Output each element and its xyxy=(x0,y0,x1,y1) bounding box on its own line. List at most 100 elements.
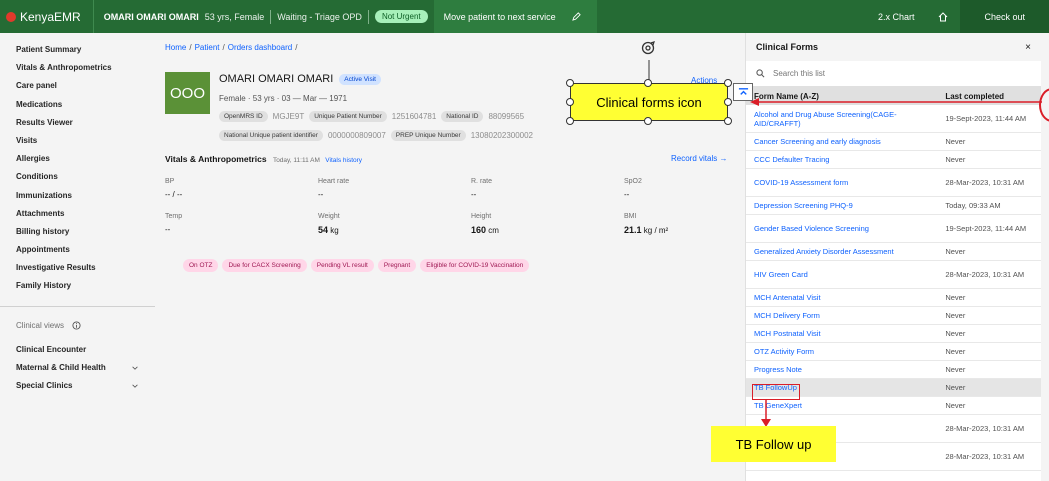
sidebar-item-label: Vitals & Anthropometrics xyxy=(16,63,112,73)
form-row[interactable]: Generalized Anxiety Disorder Assessment N… xyxy=(746,243,1041,261)
clinical-view-item[interactable]: Special Clinics xyxy=(0,377,155,395)
patient-flag-tag: On OTZ xyxy=(183,259,219,272)
sidebar-item-label: Patient Summary xyxy=(16,45,82,54)
annotation-handle xyxy=(724,79,732,87)
annotation-handle xyxy=(724,117,732,125)
clinical-view-label: Clinical Encounter xyxy=(16,344,87,354)
openmrs-id-value: MGJE9T xyxy=(272,112,305,121)
form-name-link[interactable]: Generalized Anxiety Disorder Assessment xyxy=(746,247,941,256)
sidebar-item-label: Attachments xyxy=(16,208,65,218)
form-last-completed: Never xyxy=(945,247,966,256)
form-name-link[interactable]: MCH Antenatal Visit xyxy=(746,293,941,302)
sidebar-item-label: Results Viewer xyxy=(16,117,73,127)
sidebar-item[interactable]: Billing history xyxy=(0,223,155,241)
sidebar-item[interactable]: Family History xyxy=(0,277,155,295)
breadcrumb-orders[interactable]: Orders dashboard xyxy=(228,43,292,52)
form-row[interactable]: Cancer Screening and early diagnosis Neve… xyxy=(746,133,1041,151)
clinical-view-item[interactable]: Clinical Encounter xyxy=(0,341,155,359)
weight-label: Weight xyxy=(318,213,340,220)
form-row[interactable]: Gender Based Violence Screening 19-Sept-2… xyxy=(746,215,1041,243)
form-name-link[interactable]: Cancer Screening and early diagnosis xyxy=(746,137,941,146)
sidebar-item[interactable]: Appointments xyxy=(0,241,155,259)
record-vitals-link[interactable]: Record vitals → xyxy=(671,154,727,163)
form-name-link[interactable]: Depression Screening PHQ-9 xyxy=(746,201,941,210)
height-reading: 160 cm xyxy=(471,225,499,235)
sidebar-item[interactable]: Results Viewer xyxy=(0,114,155,132)
patient-flag-tag: Pregnant xyxy=(377,259,417,272)
form-last-completed: Today, 09:33 AM xyxy=(945,201,1001,210)
sidebar-item[interactable]: Care panel xyxy=(0,77,155,95)
form-row[interactable]: COVID-19 Assessment form 28-Mar-2023, 10:… xyxy=(746,169,1041,197)
form-last-completed: Never xyxy=(945,401,966,410)
form-row[interactable]: OTZ Activity Form Never xyxy=(746,343,1041,361)
form-name-link[interactable]: TB GeneXpert xyxy=(746,401,941,410)
form-name-link[interactable]: COVID-19 Assessment form xyxy=(746,178,941,187)
close-icon[interactable]: × xyxy=(1025,42,1031,53)
vitals-history-link[interactable]: Vitals history xyxy=(325,157,362,164)
sidebar-item[interactable]: Investigative Results xyxy=(0,259,155,277)
banner-patient-meta: 53 yrs, Female xyxy=(204,11,265,22)
vitals-title: Vitals & Anthropometrics xyxy=(165,154,267,164)
form-name-link[interactable]: OTZ Activity Form xyxy=(746,347,941,356)
form-name-link[interactable]: HIV Green Card xyxy=(746,270,941,279)
form-row[interactable]: HIV Green Card 28-Mar-2023, 10:31 AM xyxy=(746,261,1041,289)
form-row[interactable]: CCC Defaulter Tracing Never xyxy=(746,151,1041,169)
home-icon xyxy=(939,11,948,21)
breadcrumb-home[interactable]: Home xyxy=(165,43,186,52)
weight-unit: kg xyxy=(330,226,339,235)
nupi-tag: National Unique patient identifier xyxy=(219,130,323,141)
nav-list: Patient Summary Vitals & Anthropometrics C… xyxy=(0,41,155,296)
patient-flag-tag: Eligible for COVID-19 Vaccination xyxy=(420,259,530,272)
sidebar-item[interactable]: Allergies xyxy=(0,150,155,168)
patient-flags: On OTZ Due for CACX Screening Pending VL r… xyxy=(183,259,530,272)
chart-2x-button[interactable]: 2.x Chart xyxy=(866,0,927,33)
height-value: 160 xyxy=(471,225,487,235)
brand[interactable]: KenyaEMR xyxy=(0,0,94,33)
form-name-link[interactable]: Progress Note xyxy=(746,365,941,374)
chevron-down-icon[interactable] xyxy=(131,364,139,372)
sidebar-item[interactable]: Conditions xyxy=(0,168,155,186)
sidebar-item[interactable]: Medications xyxy=(0,96,155,114)
annotation-handle xyxy=(566,98,574,106)
form-row[interactable]: MCH Antenatal Visit Never xyxy=(746,289,1041,307)
home-button[interactable] xyxy=(926,0,960,33)
form-name-link[interactable]: MCH Postnatal Visit xyxy=(746,329,941,338)
spo2-value: -- xyxy=(624,190,630,199)
sidebar-item[interactable]: Patient Summary xyxy=(0,41,155,59)
form-row[interactable]: MCH Postnatal Visit Never xyxy=(746,325,1041,343)
active-visit-badge: Active Visit xyxy=(339,73,381,85)
form-row[interactable]: Progress Note Never xyxy=(746,361,1041,379)
form-name-link[interactable]: Gender Based Violence Screening xyxy=(746,224,941,233)
sidebar-item[interactable]: Immunizations xyxy=(0,187,155,205)
chevron-down-icon[interactable] xyxy=(131,382,139,390)
sidebar-item[interactable]: Vitals & Anthropometrics xyxy=(0,59,155,77)
form-name-link[interactable]: CCC Defaulter Tracing xyxy=(746,155,941,164)
kenyaemr-logo-icon xyxy=(6,11,16,22)
checkout-button[interactable]: Check out xyxy=(960,0,1049,33)
patient-ids-row-1: OpenMRS ID MGJE9T Unique Patient Number … xyxy=(219,111,524,122)
form-row[interactable]: Alcohol and Drug Abuse Screening(CAGE-AI… xyxy=(746,105,1041,133)
annotation-tb-follow-up: TB Follow up xyxy=(711,426,836,462)
form-name-link[interactable]: MCH Delivery Form xyxy=(746,311,941,320)
form-row[interactable]: Depression Screening PHQ-9 Today, 09:33 A… xyxy=(746,197,1041,215)
breadcrumb-patient[interactable]: Patient xyxy=(195,43,220,52)
clinical-view-item[interactable]: Maternal & Child Health xyxy=(0,359,155,377)
info-icon[interactable] xyxy=(72,321,81,330)
bmi-unit: kg / m² xyxy=(643,226,669,235)
divider xyxy=(270,9,272,24)
form-row[interactable]: MCH Delivery Form Never xyxy=(746,307,1041,325)
sidebar-item[interactable]: Visits xyxy=(0,132,155,150)
bp-value: -- / -- xyxy=(165,190,183,199)
annotation-handle xyxy=(644,117,652,125)
cursor-rotate-icon xyxy=(641,41,655,55)
search-input[interactable] xyxy=(773,69,973,78)
edit-icon[interactable] xyxy=(571,12,581,21)
sidebar-item[interactable]: Attachments xyxy=(0,205,155,223)
sidebar-item-label: Family History xyxy=(16,281,72,291)
move-patient-button[interactable]: Move patient to next service xyxy=(433,0,597,33)
bmi-label: BMI xyxy=(624,213,637,220)
vitals-timestamp: Today, 11:11 AM xyxy=(272,157,320,164)
form-name-link[interactable]: Alcohol and Drug Abuse Screening(CAGE-AI… xyxy=(746,110,941,128)
clinical-view-label: Special Clinics xyxy=(16,381,73,391)
panel-search xyxy=(746,61,1041,87)
